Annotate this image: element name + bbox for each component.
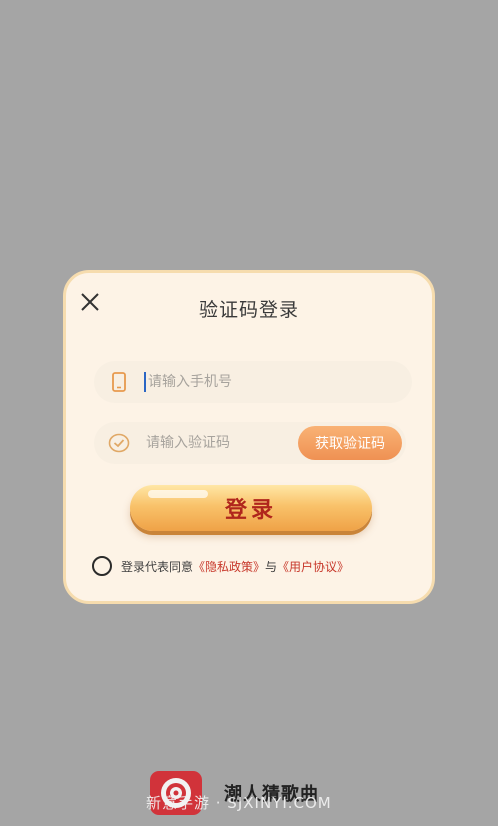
phone-input[interactable] bbox=[144, 372, 293, 392]
shield-check-icon bbox=[108, 433, 130, 453]
dialog-title: 验证码登录 bbox=[198, 299, 299, 321]
user-agreement-link[interactable]: 《用户协议》 bbox=[277, 558, 349, 575]
phone-icon bbox=[112, 372, 126, 392]
privacy-policy-link[interactable]: 《隐私政策》 bbox=[193, 558, 265, 575]
code-field: 获取验证码 bbox=[94, 422, 406, 464]
agreement-prefix: 登录代表同意 bbox=[121, 559, 194, 574]
agree-radio[interactable] bbox=[92, 556, 112, 576]
login-dialog: 验证码登录 获取验证码 登录 登录代表同意 《隐私政策》 与 《用户协议》 bbox=[63, 270, 435, 604]
login-button[interactable]: 登录 bbox=[130, 485, 372, 531]
agreement-and: 与 bbox=[265, 559, 278, 574]
code-input[interactable] bbox=[146, 422, 291, 464]
agreement-row: 登录代表同意 《隐私政策》 与 《用户协议》 bbox=[92, 555, 349, 577]
phone-field bbox=[94, 361, 412, 403]
get-code-button[interactable]: 获取验证码 bbox=[298, 426, 402, 460]
watermark-text: 新意手游 · SJXINYI.COM bbox=[146, 794, 332, 812]
